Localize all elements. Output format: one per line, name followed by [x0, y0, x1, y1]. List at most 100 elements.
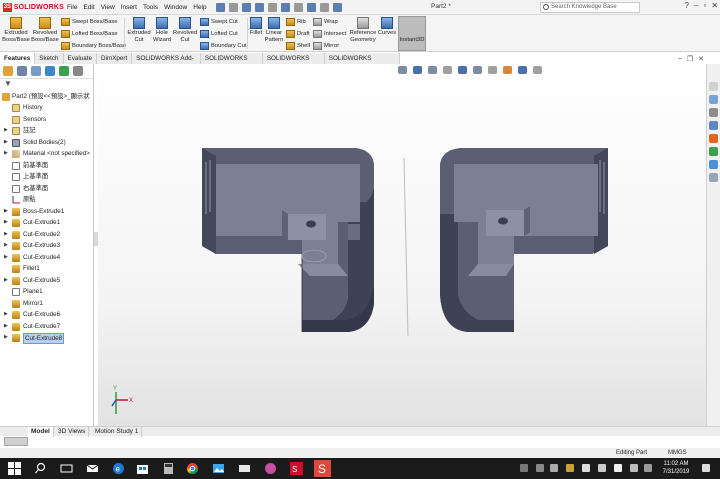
extruded-cut-button[interactable]: Extruded Cut	[126, 17, 152, 43]
wrap-button[interactable]: Wrap	[313, 17, 338, 27]
task-view-icon[interactable]	[60, 462, 73, 475]
resources-icon[interactable]	[709, 95, 718, 104]
tree-item[interactable]: ▶ Cut-Extrude2	[0, 229, 94, 241]
open-icon[interactable]	[241, 2, 251, 12]
apply-scene-icon[interactable]	[518, 66, 527, 74]
onedrive-icon[interactable]	[550, 464, 558, 472]
tree-item[interactable]: ▶ 註記	[0, 125, 94, 137]
viewport-close-button[interactable]: ✕	[698, 55, 704, 63]
solidworks-forum-icon[interactable]	[709, 173, 718, 182]
home-icon[interactable]	[215, 2, 225, 12]
select-icon[interactable]	[293, 2, 303, 12]
model-view[interactable]: X Y	[98, 64, 706, 426]
maximize-button[interactable]: ▫	[703, 1, 706, 10]
tree-item[interactable]: ▶ Material <not specified>	[0, 148, 94, 160]
mail-icon[interactable]	[86, 462, 99, 475]
property-manager-icon[interactable]	[17, 66, 27, 76]
instant3d-button[interactable]: Instant3D	[398, 16, 426, 51]
swept-boss-button[interactable]: Swept Boss/Base	[61, 17, 117, 27]
menu-view[interactable]: View	[98, 4, 118, 11]
network-icon[interactable]	[598, 464, 606, 472]
close-button[interactable]: ✕	[711, 1, 718, 10]
menu-insert[interactable]: Insert	[118, 4, 140, 11]
tray-app-icon[interactable]	[566, 464, 574, 472]
home-icon[interactable]	[709, 82, 718, 91]
display-manager-icon[interactable]	[59, 66, 69, 76]
tab-evaluate[interactable]: Evaluate	[64, 53, 98, 64]
viewport-restore-button[interactable]: ❐	[687, 55, 693, 63]
tree-item[interactable]: Fillet1	[0, 263, 94, 275]
fillet-button[interactable]: Fillet	[248, 17, 264, 37]
rib-button[interactable]: Rib	[286, 17, 306, 27]
graphics-area[interactable]: X Y	[98, 64, 706, 426]
revolved-cut-button[interactable]: Revolved Cut	[172, 17, 198, 43]
taskbar-clock[interactable]: 11:02 AM 7/31/2019	[658, 461, 694, 476]
menu-edit[interactable]: Edit	[80, 4, 97, 11]
section-view-icon[interactable]	[443, 66, 452, 74]
tab-features[interactable]: Features	[0, 53, 36, 64]
tree-item[interactable]: 右基準面	[0, 183, 94, 195]
custom-properties-icon[interactable]	[709, 160, 718, 169]
tab-motion-study[interactable]: Motion Study 1	[92, 427, 143, 437]
view-orientation-icon[interactable]	[458, 66, 467, 74]
people-icon[interactable]	[520, 464, 528, 472]
tree-item[interactable]: ▶ Boss-Extrude1	[0, 206, 94, 218]
menu-help[interactable]: Help	[190, 4, 209, 11]
zoom-to-fit-icon[interactable]	[398, 66, 407, 74]
lofted-boss-button[interactable]: Lofted Boss/Base	[61, 29, 117, 39]
display-style-icon[interactable]	[473, 66, 482, 74]
dimxpert-manager-icon[interactable]	[45, 66, 55, 76]
store-icon[interactable]	[136, 462, 149, 475]
tab-3d-views[interactable]: 3D Views	[55, 427, 90, 437]
tree-item[interactable]: ▶ Cut-Extrude6	[0, 309, 94, 321]
view-palette-icon[interactable]	[709, 134, 718, 143]
solidworks-app-icon-alt[interactable]: S	[290, 462, 303, 475]
view-settings-icon[interactable]	[533, 66, 542, 74]
expand-arrow-icon[interactable]: ▶	[4, 148, 8, 160]
tree-item[interactable]: Plane1	[0, 286, 94, 298]
expand-arrow-icon[interactable]: ▶	[4, 309, 8, 321]
appearances-icon[interactable]	[709, 147, 718, 156]
status-units[interactable]: MMGS	[668, 448, 687, 458]
search-icon[interactable]	[34, 462, 47, 475]
edit-appearance-icon[interactable]	[503, 66, 512, 74]
options-icon[interactable]	[332, 2, 342, 12]
solidworks-logo[interactable]: 3S SOLIDWORKS	[0, 2, 64, 12]
extruded-boss-button[interactable]: Extruded Boss/Base	[2, 17, 30, 43]
tree-item[interactable]: 前基準面	[0, 160, 94, 172]
keyboard-icon[interactable]	[644, 464, 652, 472]
tree-item[interactable]: ▶ Cut-Extrude5	[0, 275, 94, 287]
expand-arrow-icon[interactable]: ▶	[4, 217, 8, 229]
hide-show-items-icon[interactable]	[488, 66, 497, 74]
tab-mbd[interactable]: SOLIDWORKS MBD	[201, 53, 263, 73]
expand-arrow-icon[interactable]: ▶	[4, 275, 8, 287]
file-explorer-icon[interactable]	[709, 121, 718, 130]
expand-arrow-icon[interactable]: ▶	[4, 137, 8, 149]
battery-icon[interactable]	[582, 464, 590, 472]
expand-arrow-icon[interactable]: ▶	[4, 321, 8, 333]
zoom-area-icon[interactable]	[413, 66, 422, 74]
language-icon[interactable]	[630, 464, 638, 472]
solidworks-app-icon[interactable]: S	[314, 460, 331, 477]
tree-item[interactable]: 原點	[0, 194, 94, 206]
viewport-minimize-button[interactable]: –	[678, 55, 682, 63]
configuration-manager-icon[interactable]	[31, 66, 41, 76]
undo-icon[interactable]	[280, 2, 290, 12]
boundary-boss-button[interactable]: Boundary Boss/Base	[61, 41, 126, 51]
edge-browser-icon[interactable]: e	[112, 462, 125, 475]
expand-arrow-icon[interactable]: ▶	[4, 252, 8, 264]
revolved-boss-button[interactable]: Revolved Boss/Base	[31, 17, 59, 43]
expand-arrow-icon[interactable]: ▶	[4, 332, 8, 344]
notifications-icon[interactable]	[702, 464, 710, 472]
tray-chevron-icon[interactable]	[536, 464, 544, 472]
filter-icon[interactable]: ▼	[0, 79, 93, 91]
search-input[interactable]: Search Knowledge Base	[540, 2, 640, 13]
expand-arrow-icon[interactable]: ▶	[4, 125, 8, 137]
tree-item[interactable]: ▶ Cut-Extrude1	[0, 217, 94, 229]
panel-arrow-icon[interactable]	[73, 66, 83, 76]
tab-dimxpert[interactable]: DimXpert	[97, 53, 133, 64]
solid-body-left[interactable]	[202, 148, 374, 332]
expand-arrow-icon[interactable]: ▶	[4, 229, 8, 241]
tab-inspection[interactable]: SOLIDWORKS Inspection	[325, 53, 400, 73]
curves-button[interactable]: Curves	[377, 17, 397, 37]
